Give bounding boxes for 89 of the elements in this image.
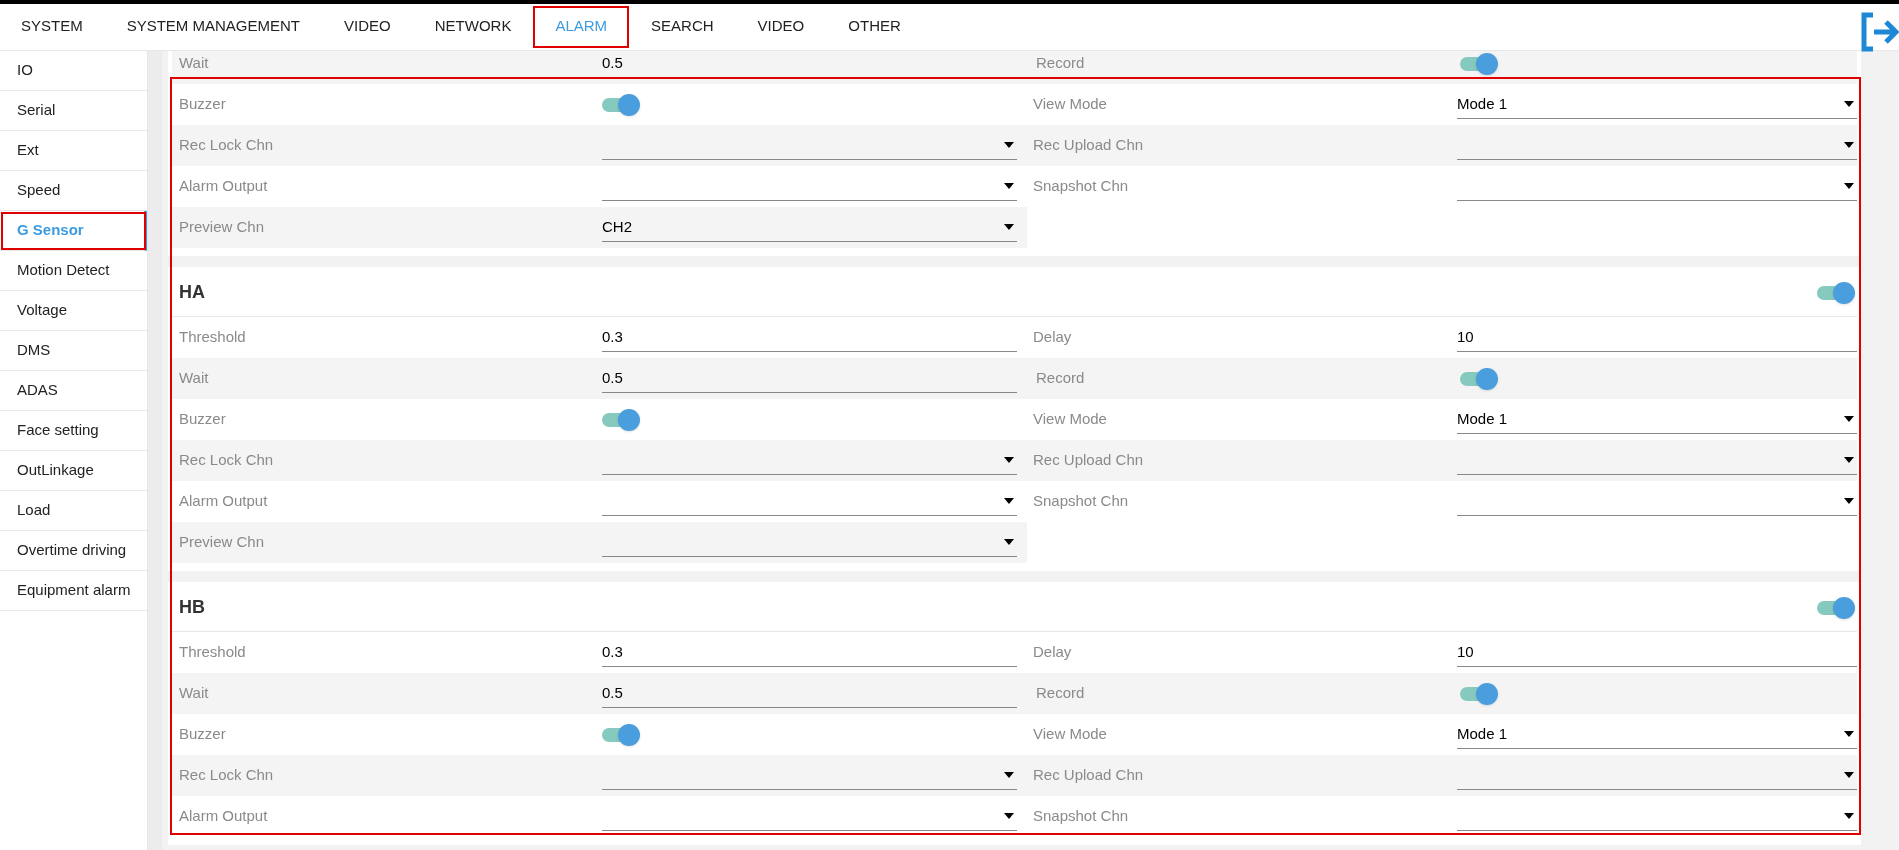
caret-icon	[1844, 457, 1854, 463]
sidebar-item[interactable]: Serial	[0, 91, 147, 131]
nav-tab[interactable]: SYSTEM	[0, 6, 105, 48]
toggle-switch[interactable]	[1817, 596, 1855, 619]
field-label: Threshold	[179, 327, 247, 348]
toggle-switch[interactable]	[1460, 52, 1498, 75]
dropdown[interactable]: Mode 1	[1457, 405, 1857, 434]
toggle-switch[interactable]	[1817, 281, 1855, 304]
dropdown[interactable]: Mode 1	[1457, 720, 1857, 749]
toggle-switch[interactable]	[602, 93, 640, 116]
nav-tab[interactable]: SYSTEM MANAGEMENT	[104, 6, 323, 48]
nav-tab[interactable]: NETWORK	[412, 6, 534, 48]
caret-icon	[1844, 416, 1854, 422]
sidebar-item[interactable]: OutLinkage	[0, 451, 147, 491]
sidebar-item[interactable]: Equipment alarm	[0, 571, 147, 611]
field-label: Alarm Output	[179, 176, 269, 197]
input-field[interactable]: 0.3	[602, 638, 1017, 667]
sidebar-item[interactable]: Face setting	[0, 411, 147, 451]
field-label: Snapshot Chn	[1033, 806, 1130, 827]
toggle-switch[interactable]	[1460, 682, 1498, 705]
input-field[interactable]: 10	[1457, 638, 1857, 667]
toggle-switch[interactable]	[602, 723, 640, 746]
field-label: Rec Upload Chn	[1033, 135, 1145, 156]
nav-tab[interactable]: OTHER	[826, 6, 923, 48]
caret-icon	[1004, 772, 1014, 778]
caret-icon	[1844, 142, 1854, 148]
field-label: View Mode	[1033, 94, 1108, 115]
field-label: Rec Lock Chn	[179, 135, 275, 156]
field-label: Buzzer	[179, 724, 227, 745]
caret-icon	[1004, 539, 1014, 545]
sidebar-item[interactable]: DMS	[0, 331, 147, 371]
nav-tab[interactable]: VIDEO	[322, 6, 413, 48]
field-label: Wait	[179, 53, 210, 74]
caret-icon	[1844, 498, 1854, 504]
field-label: Preview Chn	[179, 217, 266, 238]
caret-icon	[1844, 731, 1854, 737]
toggle-switch[interactable]	[1460, 367, 1498, 390]
sidebar-item[interactable]: Speed	[0, 171, 147, 211]
sidebar-item[interactable]: Load	[0, 491, 147, 531]
field-label: Buzzer	[179, 409, 227, 430]
toggle-switch[interactable]	[602, 408, 640, 431]
dropdown[interactable]: CH2	[602, 213, 1017, 242]
input-field[interactable]: 0.3	[602, 323, 1017, 352]
field-label: Wait	[179, 368, 210, 389]
field-label: Rec Upload Chn	[1033, 450, 1145, 471]
field-label: Rec Upload Chn	[1033, 765, 1145, 786]
caret-icon	[1004, 224, 1014, 230]
caret-icon	[1844, 101, 1854, 107]
field-label: Delay	[1033, 327, 1073, 348]
field-label: Wait	[179, 683, 210, 704]
sidebar-item[interactable]: Ext	[0, 131, 147, 171]
input-field[interactable]: 10	[1457, 323, 1857, 352]
input-field[interactable]: 0.5	[602, 51, 1017, 78]
section-title: HA	[179, 281, 205, 304]
input-field[interactable]: 0.5	[602, 364, 1017, 393]
caret-icon	[1004, 457, 1014, 463]
field-label: Snapshot Chn	[1033, 491, 1130, 512]
sidebar-item[interactable]: Motion Detect	[0, 251, 147, 291]
caret-icon	[1844, 183, 1854, 189]
field-label: Record	[1036, 683, 1086, 704]
field-label: Rec Lock Chn	[179, 450, 275, 471]
field-label: Buzzer	[179, 94, 227, 115]
nav-tab[interactable]: VIDEO	[735, 6, 827, 48]
field-label: Delay	[1033, 642, 1073, 663]
caret-icon	[1004, 498, 1014, 504]
field-label: Preview Chn	[179, 532, 266, 553]
field-label: Record	[1036, 53, 1086, 74]
sidebar-item[interactable]: Overtime driving	[0, 531, 147, 571]
section-title: HB	[179, 596, 205, 619]
logout-icon[interactable]	[1861, 12, 1899, 52]
field-label: Threshold	[179, 642, 247, 663]
field-label: Snapshot Chn	[1033, 176, 1130, 197]
nav-tab[interactable]: SEARCH	[629, 6, 736, 48]
input-field[interactable]: 0.5	[602, 679, 1017, 708]
sidebar-item[interactable]: IO	[0, 51, 147, 91]
caret-icon	[1844, 772, 1854, 778]
field-label: View Mode	[1033, 724, 1108, 745]
caret-icon	[1004, 183, 1014, 189]
field-label: Rec Lock Chn	[179, 765, 275, 786]
field-label: Alarm Output	[179, 491, 269, 512]
field-label: Alarm Output	[179, 806, 269, 827]
caret-icon	[1004, 142, 1014, 148]
field-label: Record	[1036, 368, 1086, 389]
sidebar-item[interactable]: Voltage	[0, 291, 147, 331]
caret-icon	[1844, 813, 1854, 819]
dropdown[interactable]: Mode 1	[1457, 90, 1857, 119]
sidebar-item[interactable]: ADAS	[0, 371, 147, 411]
caret-icon	[1004, 813, 1014, 819]
field-label: View Mode	[1033, 409, 1108, 430]
